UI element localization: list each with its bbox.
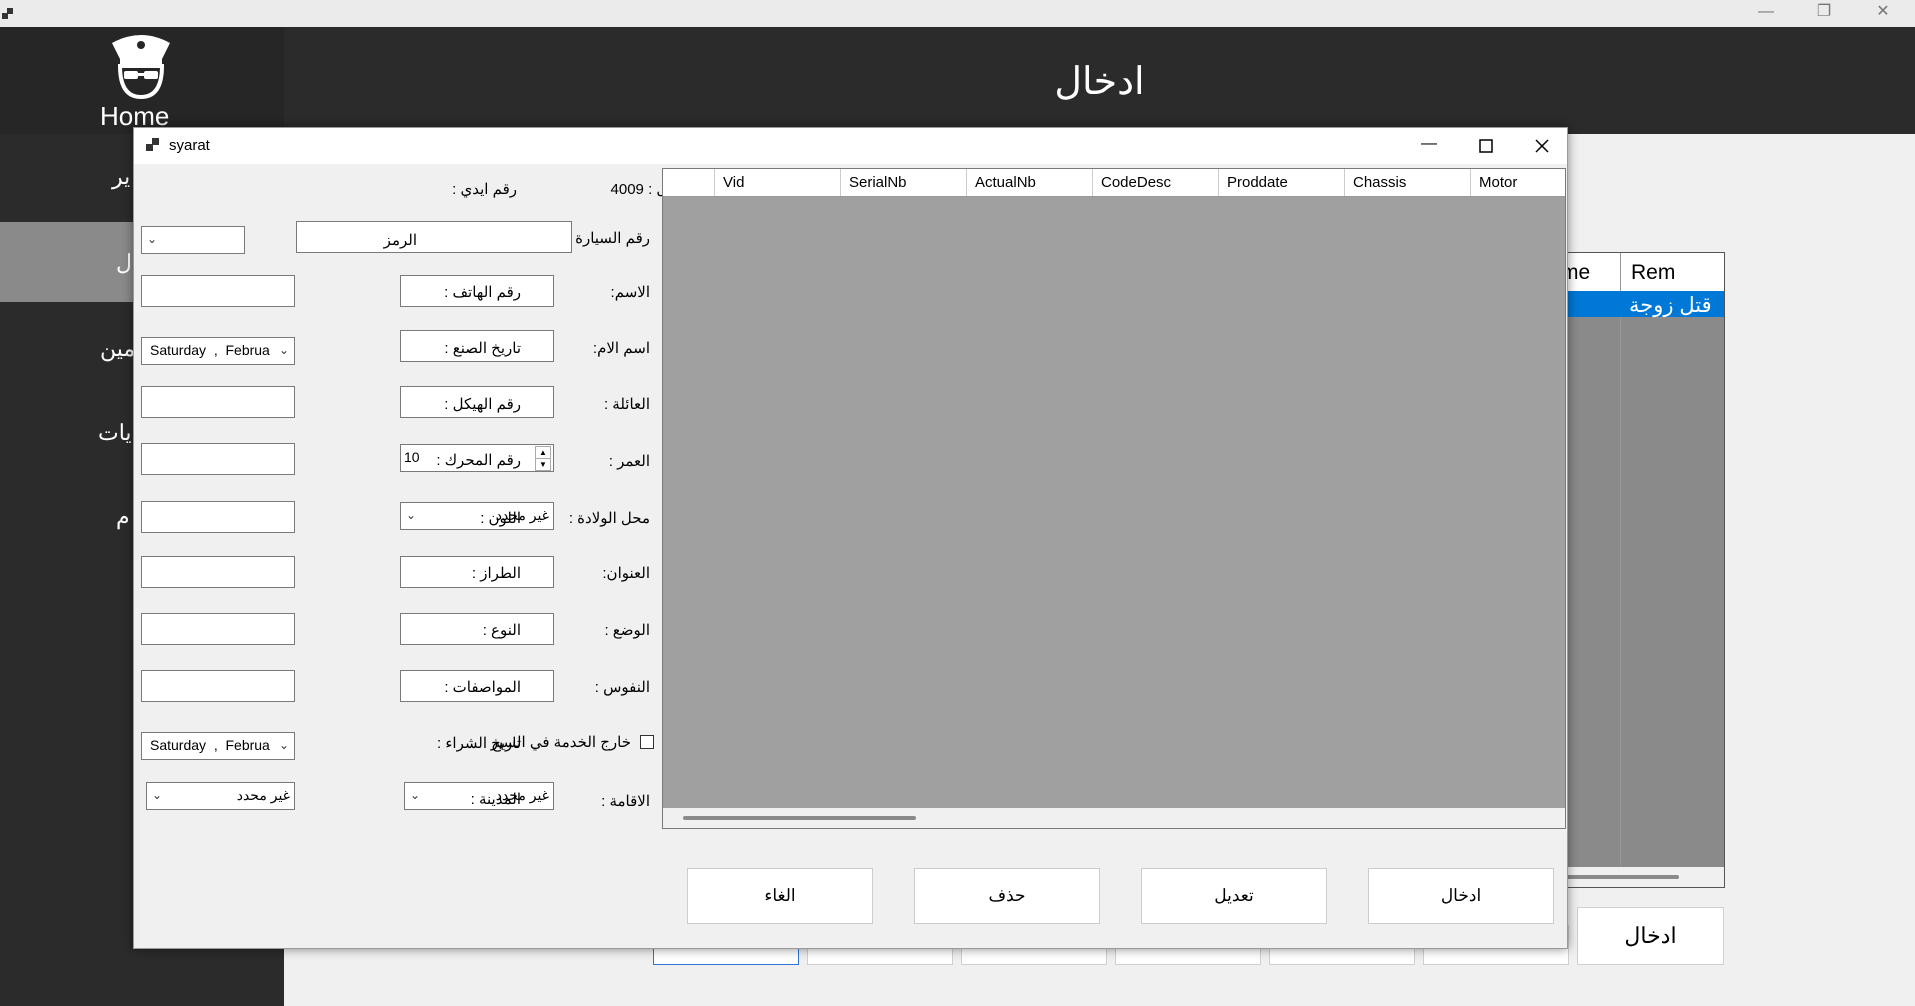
code-label: الرمز: [383, 232, 417, 249]
type-label: النوع :: [482, 622, 521, 639]
restore-icon[interactable]: ❐: [1801, 0, 1847, 27]
syarat-dialog: syarat — رقم المتسلسل : 4009 رقم ايدي : …: [133, 127, 1568, 949]
name-label: الاسم:: [610, 284, 650, 301]
grid-column-actualnb[interactable]: ActualNb: [966, 169, 1092, 196]
sidebar-item-label: م: [116, 504, 130, 529]
type-input[interactable]: [141, 613, 295, 645]
chevron-down-icon: ⌄: [406, 508, 417, 522]
address-label: العنوان:: [602, 565, 650, 582]
app-icon: [2, 7, 14, 19]
grid-header: me Rem: [1561, 253, 1724, 292]
chevron-down-icon: ⌄: [147, 232, 158, 246]
nufus-label: النفوس :: [594, 679, 650, 696]
chassis-number-label: رقم الهيكل :: [444, 396, 521, 413]
phone-label: رقم الهاتف :: [444, 284, 521, 301]
dialog-app-icon: [146, 138, 160, 152]
chevron-down-icon: ⌄: [410, 788, 421, 802]
code-select[interactable]: ⌄: [141, 226, 245, 254]
city-label: المدينة :: [470, 791, 521, 808]
car-number-input[interactable]: [296, 221, 572, 253]
manufacture-date-picker[interactable]: Saturday , Februa ⌄: [141, 337, 295, 365]
police-officer-icon: [106, 29, 176, 101]
phone-input[interactable]: [141, 275, 295, 307]
delete-button[interactable]: حذف: [914, 868, 1100, 924]
chevron-down-icon: ⌄: [276, 738, 289, 752]
car-number-label: رقم السيارة: [575, 230, 650, 247]
status-input[interactable]: [400, 613, 554, 645]
chevron-down-icon: ⌄: [276, 343, 289, 357]
background-data-grid[interactable]: me Rem قتل زوجة: [1560, 252, 1725, 888]
date-value: Saturday , Februa: [150, 342, 270, 358]
date-value: Saturday , Februa: [150, 737, 270, 753]
select-value: غير محدد: [236, 787, 290, 803]
out-of-service-checkbox[interactable]: [640, 735, 654, 749]
engine-number-label: رقم المحرك :: [436, 452, 521, 469]
background-enter-button[interactable]: ادخال: [1577, 907, 1724, 965]
close-icon[interactable]: ✕: [1860, 0, 1906, 27]
grid-column-divider: [1620, 253, 1621, 291]
page-title: ادخال: [1054, 61, 1145, 103]
sidebar-item-label: ير: [112, 164, 131, 189]
close-icon[interactable]: [1527, 132, 1557, 160]
edit-button[interactable]: تعديل: [1141, 868, 1327, 924]
id-number-label: رقم ايدي :: [452, 181, 517, 198]
color-label: اللون :: [480, 510, 521, 527]
purchase-date-label: تاريخ الشراء :: [437, 735, 521, 752]
table-row[interactable]: قتل زوجة: [1561, 291, 1724, 317]
status-label: الوضع :: [604, 622, 650, 639]
minimize-icon[interactable]: —: [1414, 132, 1444, 160]
purchase-date-picker[interactable]: Saturday , Februa ⌄: [141, 732, 295, 760]
color-input[interactable]: [141, 501, 295, 533]
model-input[interactable]: [141, 556, 295, 588]
sidebar-item-label: يات: [98, 420, 132, 445]
chassis-number-input[interactable]: [141, 386, 295, 418]
grid-row-header-corner: [663, 169, 714, 196]
grid-column-proddate[interactable]: Proddate: [1218, 169, 1344, 196]
scrollbar-thumb[interactable]: [1561, 875, 1679, 879]
grid-column-header[interactable]: Rem: [1631, 261, 1675, 285]
cancel-button[interactable]: الغاء: [687, 868, 873, 924]
grid-header: Vid SerialNb ActualNb CodeDesc Proddate …: [663, 169, 1565, 197]
mother-name-label: اسم الام:: [592, 340, 650, 357]
chevron-down-icon: ⌄: [152, 788, 163, 802]
sidebar-logo[interactable]: Home: [0, 27, 284, 134]
main-titlebar: — ❐ ✕: [0, 0, 1915, 27]
stepper-down-icon[interactable]: ▼: [535, 458, 551, 471]
residence-label: الاقامة :: [601, 793, 650, 810]
cars-data-grid[interactable]: Vid SerialNb ActualNb CodeDesc Proddate …: [662, 168, 1566, 829]
specs-label: المواصفات :: [444, 679, 521, 696]
horizontal-scrollbar[interactable]: [663, 808, 1565, 828]
enter-button[interactable]: ادخال: [1368, 868, 1554, 924]
family-label: العائلة :: [603, 396, 650, 413]
manufacture-date-label: تاريخ الصنع :: [444, 340, 521, 357]
age-value: 10: [404, 449, 420, 465]
maximize-icon[interactable]: [1471, 132, 1501, 160]
grid-column-chassis[interactable]: Chassis: [1344, 169, 1470, 196]
grid-cell: قتل زوجة: [1629, 294, 1712, 317]
grid-column-line: [1620, 317, 1621, 867]
scrollbar-thumb[interactable]: [683, 816, 916, 820]
model-label: الطراز :: [471, 565, 521, 582]
age-label: العمر :: [608, 453, 650, 470]
grid-column-vid[interactable]: Vid: [714, 169, 840, 196]
main-header: ادخال: [284, 27, 1915, 134]
grid-column-codedesc[interactable]: CodeDesc: [1092, 169, 1218, 196]
sidebar-item-label: مين: [100, 336, 136, 361]
dialog-titlebar: syarat —: [134, 128, 1567, 164]
minimize-icon[interactable]: —: [1743, 0, 1789, 27]
grid-column-serialnb[interactable]: SerialNb: [840, 169, 966, 196]
dialog-title: syarat: [169, 137, 210, 154]
specs-input[interactable]: [141, 670, 295, 702]
city-select[interactable]: غير محدد ⌄: [146, 782, 295, 810]
horizontal-scrollbar[interactable]: [1561, 867, 1724, 887]
birthplace-select[interactable]: غير محدد ⌄: [400, 502, 554, 530]
birthplace-label: محل الولادة :: [568, 510, 650, 527]
grid-column-motor[interactable]: Motor: [1470, 169, 1565, 196]
engine-number-input[interactable]: [141, 443, 295, 475]
